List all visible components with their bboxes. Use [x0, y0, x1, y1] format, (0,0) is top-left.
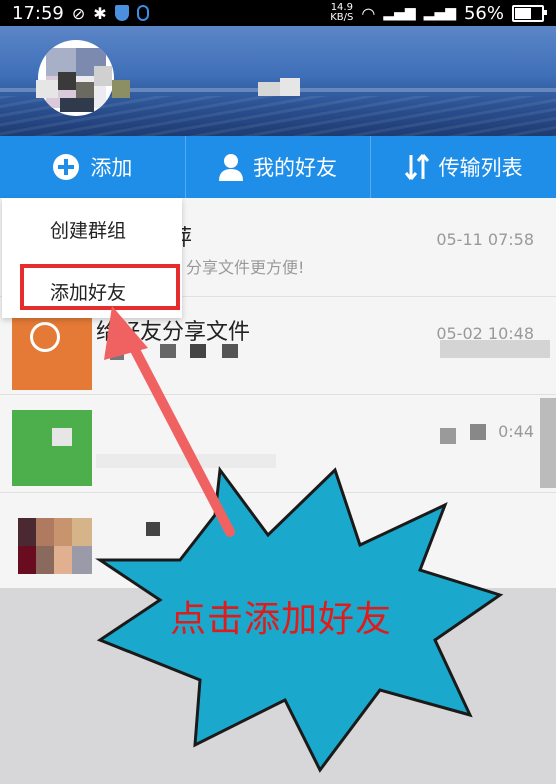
- share-folder-icon: [12, 314, 92, 390]
- tab-add-label: 添加: [90, 156, 133, 180]
- mosaic-block: [540, 398, 556, 488]
- nickname-mosaic: [36, 80, 58, 98]
- nickname-mosaic: [58, 72, 76, 90]
- tab-bar: 添加 我的好友 传输列表: [0, 136, 556, 198]
- plus-circle-icon: [53, 154, 80, 180]
- nickname-mosaic: [280, 78, 300, 96]
- avatar-pixel: [18, 518, 36, 546]
- nickname-mosaic: [94, 66, 112, 86]
- tab-my-friends-label: 我的好友: [253, 156, 337, 180]
- net-speed: 14.9 KB/S: [330, 3, 353, 23]
- highlight-box: [20, 264, 180, 310]
- nickname-mosaic: [60, 98, 94, 112]
- avatar-pixel: [18, 546, 36, 574]
- mosaic-block: [440, 428, 456, 444]
- battery-level: [515, 7, 531, 19]
- wifi-icon: ◠: [361, 3, 376, 23]
- callout-text: 点击添加好友: [170, 599, 393, 640]
- list-item[interactable]: [0, 492, 556, 591]
- transfer-icon: [404, 154, 429, 180]
- signal-icon: ▂▄▆: [383, 5, 416, 21]
- mosaic-block: [440, 340, 550, 358]
- qq-icon: [136, 5, 149, 21]
- signal-icon-2: ▂▄▆: [423, 5, 456, 21]
- group-icon-mark: [52, 428, 72, 446]
- status-bar: 17:59 ⊘ ✱ 14.9 KB/S ◠ ▂▄▆ ▂▄▆ 56%: [0, 0, 556, 26]
- avatar-pixel: [54, 546, 72, 574]
- nickname-mosaic: [76, 82, 94, 98]
- menu-item-create-group[interactable]: 创建群组: [50, 216, 126, 243]
- mosaic-block: [222, 344, 238, 358]
- battery-percent: 56%: [463, 2, 504, 24]
- mosaic-block: [110, 346, 124, 360]
- net-speed-unit: KB/S: [330, 12, 354, 23]
- contact-avatar: [18, 518, 92, 574]
- mosaic-block: [190, 344, 206, 358]
- shield-icon: [114, 5, 129, 21]
- avatar-pixel: [54, 518, 72, 546]
- person-icon: [219, 154, 243, 181]
- tab-transfer-list[interactable]: 传输列表: [371, 136, 556, 198]
- list-item-subtitle: 分享文件更方便!: [186, 258, 305, 277]
- tab-my-friends[interactable]: 我的好友: [186, 136, 372, 198]
- list-item-title: 给好友分享文件: [96, 320, 251, 345]
- battery-icon: [512, 4, 547, 22]
- status-time: 17:59: [12, 2, 64, 24]
- tab-transfer-list-label: 传输列表: [438, 156, 523, 180]
- profile-header: [0, 26, 556, 136]
- nickname-mosaic: [112, 80, 130, 98]
- status-left: 17:59 ⊘ ✱: [12, 3, 149, 24]
- mosaic-block: [146, 522, 160, 536]
- status-right: 14.9 KB/S ◠ ▂▄▆ ▂▄▆ 56%: [330, 2, 547, 24]
- share-person-outline: [30, 322, 60, 352]
- list-item-time: 0:44: [498, 422, 534, 441]
- mosaic-block: [96, 454, 276, 468]
- group-icon: [12, 410, 92, 486]
- nickname-mosaic: [258, 82, 280, 96]
- list-item-time: 05-11 07:58: [436, 230, 534, 249]
- avatar-pixel: [36, 518, 54, 546]
- alarm-icon: ⊘: [71, 3, 86, 23]
- mosaic-block: [470, 424, 486, 440]
- list-item[interactable]: 0:44: [0, 394, 556, 493]
- tab-add[interactable]: 添加: [0, 136, 186, 198]
- mosaic-block: [160, 344, 176, 358]
- avatar-pixel: [72, 546, 92, 574]
- bluetooth-icon: ✱: [93, 3, 107, 23]
- avatar-pixel: [72, 518, 92, 546]
